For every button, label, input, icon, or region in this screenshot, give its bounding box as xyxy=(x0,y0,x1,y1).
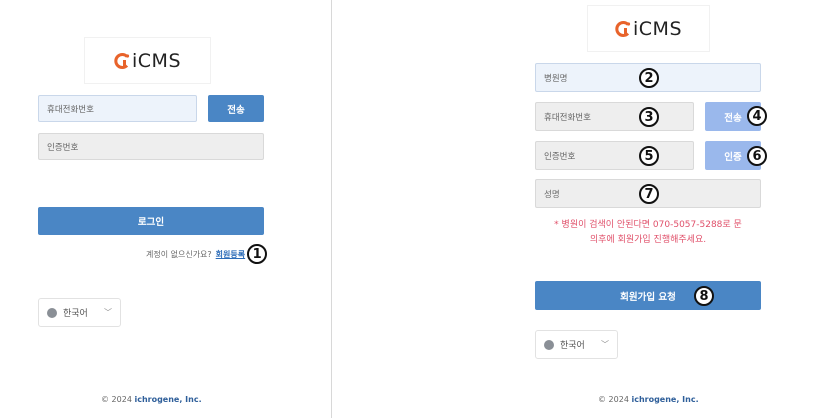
notice-line-1: * 병원이 검색이 안된다면 070-5057-5288로 문 xyxy=(554,220,742,230)
globe-icon xyxy=(47,307,57,318)
verification-code-placeholder: 인증번호 xyxy=(47,142,79,153)
marker-7: 7 xyxy=(639,184,659,204)
name-placeholder: 성명 xyxy=(544,189,560,200)
signup-footer: © 2024 ichrogene, Inc. xyxy=(598,395,699,404)
send-code-button[interactable]: 전송 xyxy=(208,95,264,122)
send-code-label: 전송 xyxy=(227,104,245,116)
marker-6: 6 xyxy=(747,146,767,166)
verification-code-input[interactable]: 인증번호 xyxy=(38,133,264,160)
globe-icon xyxy=(544,339,554,350)
logo-box: iCMS xyxy=(84,37,211,84)
signup-phone-input[interactable]: 휴대전화번호 xyxy=(535,102,694,131)
panel-divider xyxy=(331,0,332,418)
signup-code-placeholder: 인증번호 xyxy=(544,151,576,162)
phone-input[interactable]: 휴대전화번호 xyxy=(38,95,197,122)
signup-language-value: 한국어 xyxy=(560,341,585,351)
signup-request-label: 회원가입 요청 xyxy=(620,291,676,303)
chevron-down-icon: ﹀ xyxy=(104,308,112,317)
verify-label: 인증 xyxy=(724,151,742,163)
marker-4: 4 xyxy=(747,106,767,126)
marker-8: 8 xyxy=(694,286,714,306)
brand-logo: iCMS xyxy=(114,50,181,72)
marker-5: 5 xyxy=(639,146,659,166)
signup-footer-company: ichrogene, Inc. xyxy=(631,395,699,404)
footer-year: © 2024 xyxy=(101,395,132,404)
signup-language-select[interactable]: 한국어 ﹀ xyxy=(535,330,618,359)
signup-phone-placeholder: 휴대전화번호 xyxy=(544,112,591,123)
footer-company: ichrogene, Inc. xyxy=(134,395,202,404)
signup-row: 계정이 없으신가요? 회원등록 1 xyxy=(146,244,268,264)
marker-3: 3 xyxy=(639,107,659,127)
marker-2: 2 xyxy=(639,68,659,88)
signup-request-button[interactable]: 회원가입 요청 xyxy=(535,281,761,310)
signup-prompt: 계정이 없으신가요? xyxy=(146,249,212,259)
logo-mark-icon xyxy=(114,52,130,70)
brand-logo-signup: iCMS xyxy=(615,18,682,40)
signup-link[interactable]: 회원등록 xyxy=(216,249,245,260)
notice-line-2: 의후에 회원가입 진행해주세요. xyxy=(589,235,707,245)
signup-code-input[interactable]: 인증번호 xyxy=(535,141,694,170)
brand-name: iCMS xyxy=(132,49,181,72)
brand-name-signup: iCMS xyxy=(633,17,682,40)
chevron-down-icon: ﹀ xyxy=(601,340,609,349)
phone-placeholder: 휴대전화번호 xyxy=(47,104,94,115)
login-button[interactable]: 로그인 xyxy=(38,207,264,235)
login-label: 로그인 xyxy=(137,217,165,228)
marker-1: 1 xyxy=(247,244,268,264)
signup-footer-year: © 2024 xyxy=(598,395,629,404)
logo-box-signup: iCMS xyxy=(587,5,710,52)
signup-send-label: 전송 xyxy=(724,112,742,124)
hospital-notice: * 병원이 검색이 안된다면 070-5057-5288로 문 의후에 회원가입… xyxy=(530,218,766,248)
language-value: 한국어 xyxy=(63,309,88,319)
language-select[interactable]: 한국어 ﹀ xyxy=(38,298,121,327)
logo-mark-icon xyxy=(615,20,631,38)
hospital-name-placeholder: 병원명 xyxy=(544,73,568,84)
footer: © 2024 ichrogene, Inc. xyxy=(101,395,202,404)
